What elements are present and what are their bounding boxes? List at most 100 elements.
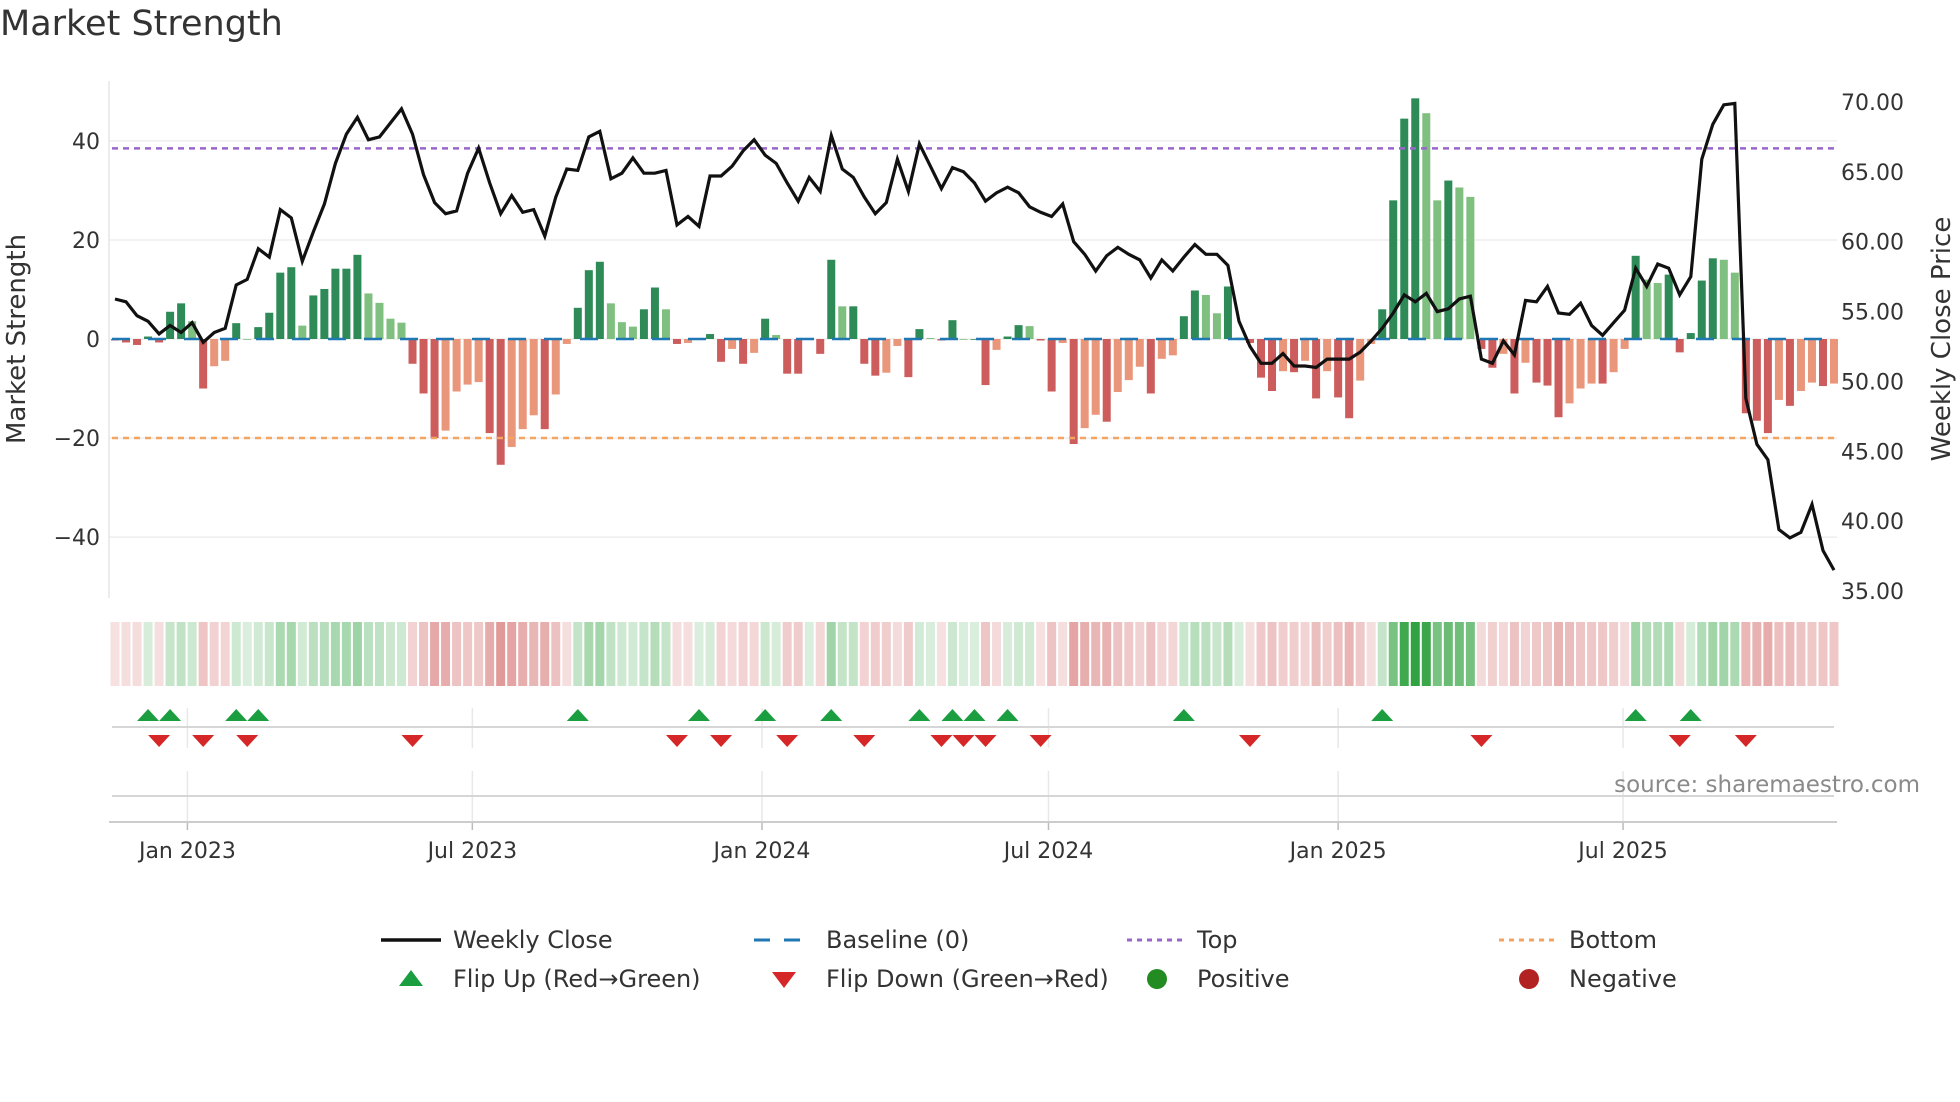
strength-bar [926, 338, 935, 340]
flip-up-marker [225, 709, 248, 721]
strength-bar [1796, 339, 1805, 392]
heat-cell [1168, 622, 1178, 686]
triangle-up-icon [399, 970, 423, 986]
heat-cell [132, 622, 142, 686]
legend-flip-down[interactable]: Flip Down (Green→Red) [754, 964, 1109, 994]
strength-bars [111, 98, 1838, 465]
strength-bar [551, 339, 560, 395]
strength-bar [1774, 339, 1783, 400]
heat-cell [286, 622, 296, 686]
flip-up-marker [941, 709, 964, 721]
heat-cell [1774, 622, 1784, 686]
heat-cell [1487, 622, 1497, 686]
strength-bar [661, 309, 670, 340]
heat-cell [1333, 622, 1343, 686]
flip-up-marker [963, 709, 986, 721]
heat-cell [958, 622, 968, 686]
reference-lines [112, 147, 1834, 440]
legend-bottom[interactable]: Bottom [1497, 925, 1657, 955]
legend-top[interactable]: Top [1125, 925, 1238, 955]
heat-cell [1278, 622, 1288, 686]
heat-cell [187, 622, 197, 686]
heat-cell [573, 622, 583, 686]
circle-icon [1519, 969, 1539, 989]
heat-cell [694, 622, 704, 686]
strength-bar [540, 339, 549, 430]
legend-flip-up[interactable]: Flip Up (Red→Green) [381, 964, 701, 994]
strength-bar [1455, 187, 1464, 340]
strength-bar [1124, 339, 1133, 381]
heat-cell [1609, 622, 1619, 686]
strength-bar [1047, 339, 1056, 392]
heat-cell [1399, 622, 1409, 686]
heat-cell [804, 622, 814, 686]
strength-bar [1036, 339, 1045, 341]
heat-cell [1135, 622, 1145, 686]
heat-cell [1058, 622, 1068, 686]
gridlines [109, 140, 1837, 830]
strength-bar [1345, 339, 1354, 419]
strength-bar [1752, 339, 1761, 421]
heat-cell [1653, 622, 1663, 686]
x-tick-label: Jul 2024 [1002, 839, 1094, 864]
heat-cell [1576, 622, 1586, 686]
right-axis-title: Weekly Close Price [1927, 217, 1957, 462]
legend-negative[interactable]: Negative [1497, 964, 1677, 994]
heat-cell [1631, 622, 1641, 686]
heat-cell [1719, 622, 1729, 686]
heat-cell [143, 622, 153, 686]
heat-cell [1432, 622, 1442, 686]
heat-cell [738, 622, 748, 686]
flip-up-marker [1679, 709, 1702, 721]
strength-bar [287, 267, 296, 340]
x-tick-label: Jan 2025 [1288, 839, 1387, 864]
flip-up-marker [908, 709, 931, 721]
strength-bar [507, 339, 516, 447]
heat-cell [727, 622, 737, 686]
flip-up-marker [996, 709, 1019, 721]
heat-cell [562, 622, 572, 686]
strength-bar [232, 323, 241, 340]
flip-up-marker [137, 709, 160, 721]
solid-line-icon [381, 938, 441, 942]
left-axis-title: Market Strength [2, 234, 32, 444]
strength-bar [1730, 272, 1739, 340]
strength-bar [133, 339, 142, 345]
flip-down-marker [665, 735, 688, 747]
heat-cell [1807, 622, 1817, 686]
y-tick-label: 40 [72, 130, 100, 155]
heat-cell [507, 622, 517, 686]
strength-bar [1763, 339, 1772, 434]
legend-baseline[interactable]: Baseline (0) [754, 925, 969, 955]
strength-bar [1719, 259, 1728, 340]
heat-cell [1554, 622, 1564, 686]
heat-cell [1212, 622, 1222, 686]
legend-label: Weekly Close [453, 926, 613, 954]
heat-cell [1201, 622, 1211, 686]
heat-cell [826, 622, 836, 686]
heat-cell [452, 622, 462, 686]
strength-bar [1334, 339, 1343, 398]
heat-cell [936, 622, 946, 686]
flip-down-marker [1470, 735, 1493, 747]
strength-bar [882, 339, 891, 373]
strength-bar [1620, 339, 1629, 349]
heat-cell [430, 622, 440, 686]
legend-weekly-close[interactable]: Weekly Close [381, 925, 613, 955]
flip-up-marker [820, 709, 843, 721]
legend-positive[interactable]: Positive [1125, 964, 1290, 994]
heat-cell [584, 622, 594, 686]
heat-cell [463, 622, 473, 686]
strength-bar [463, 339, 472, 385]
heat-cell [308, 622, 318, 686]
heat-cell [1443, 622, 1453, 686]
heat-cell [1069, 622, 1079, 686]
heat-cell [617, 622, 627, 686]
strength-bar [1433, 200, 1442, 340]
dotted-line-icon [1499, 938, 1555, 942]
heat-cell [992, 622, 1002, 686]
flip-down-marker [236, 735, 259, 747]
heat-cell [1565, 622, 1575, 686]
strength-bar [650, 287, 659, 340]
y2-tick-label: 55.00 [1841, 301, 1904, 326]
